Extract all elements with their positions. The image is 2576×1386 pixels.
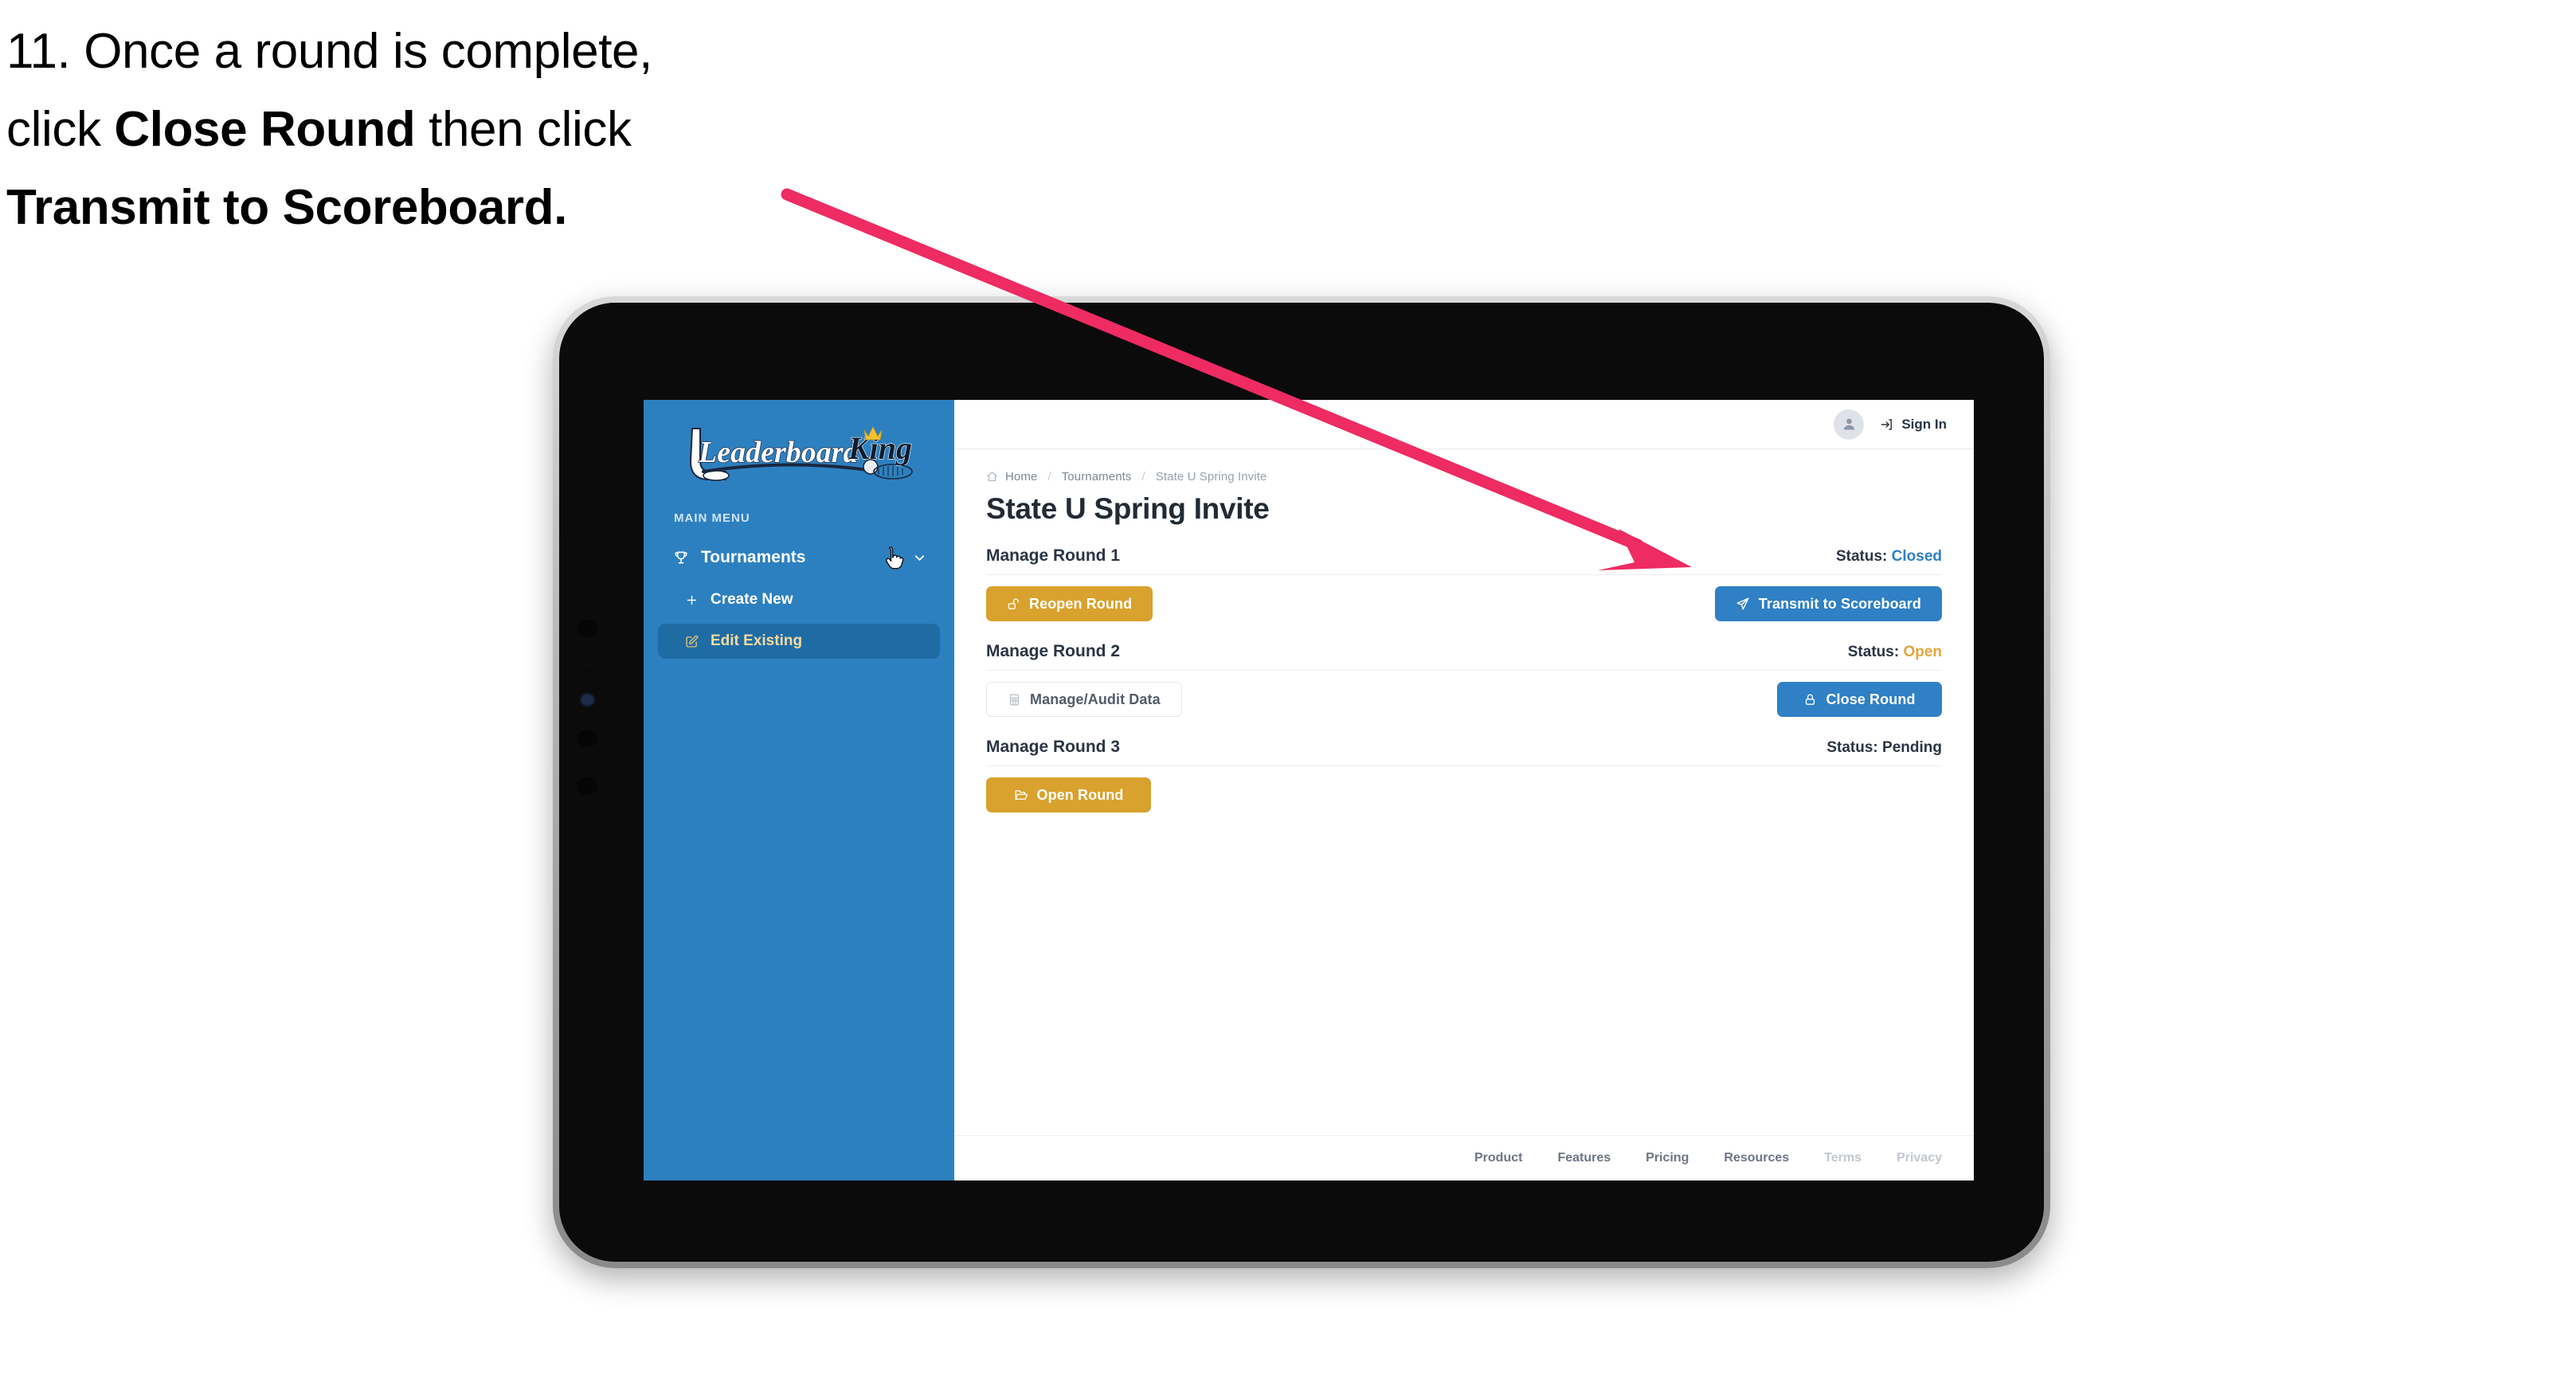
trophy-icon: [671, 550, 691, 566]
front-camera-icon: [577, 620, 597, 637]
round-status-1: Status: Closed: [1836, 548, 1942, 566]
sidebar-item-tournaments-label: Tournaments: [701, 548, 806, 566]
breadcrumb-separator: /: [1047, 470, 1051, 484]
home-icon[interactable]: [986, 471, 998, 483]
sidebar: Leaderboard King MAIN MENU Tournaments C…: [644, 400, 954, 1180]
footer-link-product[interactable]: Product: [1474, 1151, 1522, 1165]
open-round-button[interactable]: Open Round: [986, 777, 1151, 812]
ambient-sensor-icon: [585, 663, 591, 668]
round-status-label-2: Status:: [1847, 644, 1900, 660]
status-led-icon: [581, 695, 593, 705]
plus-icon: [682, 593, 701, 607]
lock-icon: [1803, 693, 1817, 707]
brand-logo[interactable]: Leaderboard King: [644, 400, 954, 484]
caption-line-2-post: then click: [415, 101, 632, 157]
content-body: Home / Tournaments / State U Spring Invi…: [954, 449, 1974, 1135]
open-round-label: Open Round: [1036, 786, 1124, 803]
top-bar: Sign In: [954, 400, 1974, 449]
reopen-round-button[interactable]: Reopen Round: [986, 586, 1153, 621]
open-folder-icon: [1014, 788, 1028, 802]
sidebar-item-edit-existing-label: Edit Existing: [711, 632, 803, 649]
speaker-hole-icon: [577, 730, 597, 747]
round-status-value-2: Open: [1903, 644, 1942, 660]
breadcrumb-item-current: State U Spring Invite: [1155, 470, 1267, 484]
sidebar-item-create-new[interactable]: Create New: [658, 582, 940, 617]
caption-step-number: 11.: [6, 24, 71, 79]
transmit-to-scoreboard-button[interactable]: Transmit to Scoreboard: [1714, 586, 1942, 621]
round-header-1: Manage Round 1 Status: Closed: [986, 546, 1942, 575]
round-actions-3: Open Round: [986, 777, 1942, 812]
breadcrumb-item-tournaments[interactable]: Tournaments: [1062, 470, 1132, 484]
transmit-to-scoreboard-label: Transmit to Scoreboard: [1758, 595, 1921, 612]
caption-line-2-pre: click: [6, 101, 115, 157]
unlock-icon: [1007, 597, 1020, 611]
manage-audit-data-button[interactable]: Manage/Audit Data: [986, 682, 1182, 717]
breadcrumb: Home / Tournaments / State U Spring Invi…: [986, 470, 1942, 484]
sidebar-item-create-new-label: Create New: [711, 591, 793, 608]
footer: Product Features Pricing Resources Terms…: [954, 1135, 1974, 1180]
round-status-2: Status: Open: [1848, 644, 1942, 661]
tablet-screen-bezel: Leaderboard King MAIN MENU Tournaments C…: [559, 303, 2044, 1262]
round-status-label-3: Status:: [1826, 739, 1878, 756]
sign-in-label: Sign In: [1901, 416, 1947, 432]
round-header-3: Manage Round 3 Status: Pending: [986, 738, 1942, 766]
chevron-down-icon[interactable]: [912, 550, 927, 566]
breadcrumb-separator: /: [1141, 470, 1145, 484]
edit-pencil-icon: [682, 635, 701, 648]
sign-in-button[interactable]: Sign In: [1880, 417, 1947, 433]
caption-line-1: Once a round is complete,: [84, 24, 652, 79]
close-round-label: Close Round: [1826, 691, 1916, 707]
microphone-icon: [577, 777, 597, 795]
round-actions-2: Manage/Audit Data Close Round: [986, 682, 1942, 717]
round-status-value-3: Pending: [1882, 739, 1942, 756]
round-title-3: Manage Round 3: [986, 738, 1121, 756]
page-title: State U Spring Invite: [986, 492, 1270, 525]
manage-audit-data-label: Manage/Audit Data: [1030, 691, 1161, 707]
footer-link-terms[interactable]: Terms: [1824, 1151, 1862, 1165]
reopen-round-label: Reopen Round: [1029, 595, 1133, 612]
paper-plane-icon: [1736, 597, 1750, 611]
footer-link-features[interactable]: Features: [1557, 1151, 1611, 1165]
caption-close-round-emphasis: Close Round: [114, 101, 416, 157]
round-block-3: Manage Round 3 Status: Pending Open Roun…: [986, 738, 1942, 812]
round-title-2: Manage Round 2: [986, 642, 1121, 660]
breadcrumb-item-home[interactable]: Home: [1005, 470, 1037, 484]
round-header-2: Manage Round 2 Status: Open: [986, 642, 1942, 671]
round-status-label-1: Status:: [1835, 548, 1888, 565]
footer-link-privacy[interactable]: Privacy: [1897, 1151, 1942, 1165]
round-block-2: Manage Round 2 Status: Open Manage/Audit…: [986, 642, 1942, 717]
round-block-1: Manage Round 1 Status: Closed Reopen Rou…: [986, 546, 1942, 621]
sign-in-arrow-icon: [1880, 417, 1894, 432]
tablet-device-frame: Leaderboard King MAIN MENU Tournaments C…: [553, 296, 2050, 1268]
app-viewport: Leaderboard King MAIN MENU Tournaments C…: [644, 400, 1974, 1180]
footer-link-pricing[interactable]: Pricing: [1646, 1151, 1689, 1165]
table-grid-icon: [1008, 693, 1021, 707]
round-title-1: Manage Round 1: [986, 546, 1121, 565]
caption-transmit-emphasis: Transmit to Scoreboard.: [6, 179, 567, 235]
round-status-3: Status: Pending: [1826, 739, 1942, 757]
sidebar-item-edit-existing[interactable]: Edit Existing: [658, 624, 940, 659]
sidebar-section-label: MAIN MENU: [674, 511, 750, 525]
round-actions-1: Reopen Round Transmit to Scoreboard: [986, 586, 1942, 621]
round-status-value-1: Closed: [1891, 548, 1942, 565]
close-round-button[interactable]: Close Round: [1777, 682, 1942, 717]
main-content: Sign In Home / Tournaments / State U Spr…: [954, 400, 1974, 1180]
user-avatar-icon[interactable]: [1834, 409, 1865, 440]
pointing-hand-cursor: [883, 545, 906, 572]
instruction-caption: 11. Once a round is complete, click Clos…: [6, 13, 851, 247]
footer-link-resources[interactable]: Resources: [1724, 1151, 1789, 1165]
